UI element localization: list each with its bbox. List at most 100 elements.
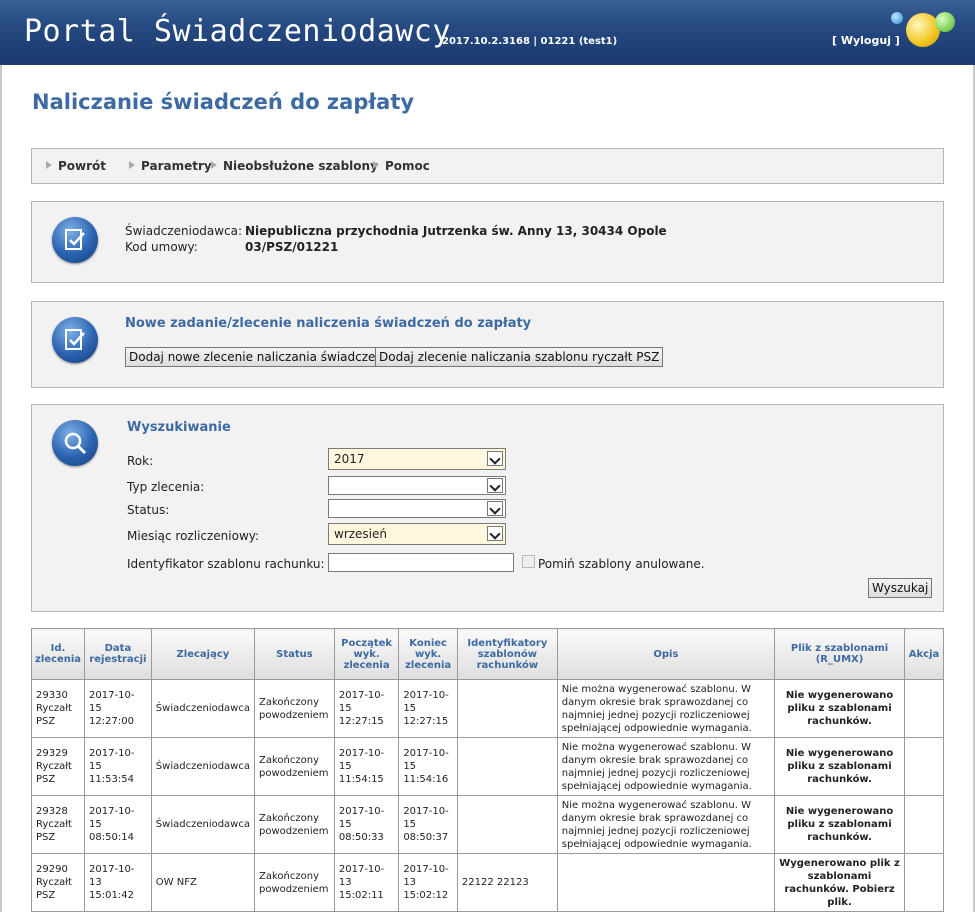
status-select[interactable]: [328, 499, 506, 518]
nav-unhandled-templates[interactable]: Nieobsłużone szablony: [211, 159, 378, 173]
cell-id: 29329 Ryczałt PSZ: [30, 737, 86, 796]
nav-label: Nieobsłużone szablony: [223, 159, 378, 173]
template-id-label: Identyfikator szablonu rachunku:: [127, 557, 325, 571]
col-header-requester: Zlecający: [150, 628, 256, 680]
table-row: 29328 Ryczałt PSZ 2017-10-15 08:50:14 Św…: [30, 795, 944, 854]
cell-status: Zakończony powodzeniem: [254, 853, 335, 912]
month-select-value: wrzesień: [334, 527, 388, 541]
portal-title: Portal Świadczeniodawcy: [24, 14, 451, 49]
order-type-label: Typ zlecenia:: [127, 480, 205, 494]
cell-status: Zakończony powodzeniem: [254, 737, 335, 796]
new-task-panel: Nowe zadanie/zlecenie naliczenia świadcz…: [31, 301, 944, 388]
cell-id: 29290 Ryczałt PSZ: [30, 853, 86, 912]
cell-end: 2017-10-15 11:54:16: [398, 737, 458, 796]
results-table: Id. zlecenia Data rejestracji Zlecający …: [30, 628, 944, 912]
add-template-order-button[interactable]: Dodaj zlecenie naliczania szablonu rycza…: [375, 347, 664, 367]
nav-label: Powrót: [58, 159, 107, 173]
col-header-status: Status: [254, 628, 335, 680]
col-header-description: Opis: [556, 628, 775, 680]
page-title: Naliczanie świadczeń do zapłaty: [32, 90, 415, 114]
table-row: 29290 Ryczałt PSZ 2017-10-13 15:01:42 OW…: [30, 853, 944, 912]
cell-id: 29330 Ryczałt PSZ: [30, 679, 86, 738]
col-header-registered: Data rejestracji: [84, 628, 152, 680]
chevron-down-icon: [487, 501, 503, 516]
nav-parameters[interactable]: Parametry: [129, 159, 212, 173]
search-panel: Wyszukiwanie Rok: 2017 Typ zlecenia: Sta…: [31, 404, 944, 612]
cell-start: 2017-10-15 08:50:33: [333, 795, 400, 854]
cell-start: 2017-10-13 15:02:11: [333, 853, 400, 912]
template-id-input[interactable]: [328, 553, 514, 572]
cell-template-ids: [456, 679, 558, 738]
provider-value: Niepubliczna przychodnia Jutrzenka św. A…: [245, 224, 667, 238]
cell-registered: 2017-10-13 15:01:42: [84, 853, 152, 912]
logo-bubble-blue-icon: [891, 12, 903, 24]
cell-registered: 2017-10-15 08:50:14: [84, 795, 152, 854]
search-icon: [52, 420, 98, 466]
cell-action: [904, 679, 944, 738]
version-info: 2017.10.2.3168 | 01221 (test1): [442, 36, 618, 47]
arrow-right-icon: [211, 161, 217, 169]
nav-help[interactable]: Pomoc: [373, 159, 430, 173]
nav-label: Pomoc: [385, 159, 430, 173]
cell-end: 2017-10-15 08:50:37: [398, 795, 458, 854]
cell-description: Nie można wygenerować szablonu. W danym …: [556, 679, 775, 738]
cell-id: 29328 Ryczałt PSZ: [30, 795, 86, 854]
chevron-down-icon: [487, 526, 503, 541]
table-row: 29329 Ryczałt PSZ 2017-10-15 11:53:54 Św…: [30, 737, 944, 796]
cell-requester: Świadczeniodawca: [150, 795, 256, 854]
cell-status: Zakończony powodzeniem: [254, 679, 335, 738]
order-type-select[interactable]: [328, 476, 506, 495]
logout-link[interactable]: [ Wyloguj ]: [832, 34, 900, 47]
month-select[interactable]: wrzesień: [328, 523, 506, 545]
status-label: Status:: [127, 503, 170, 517]
chevron-down-icon: [487, 478, 503, 493]
cell-requester: Świadczeniodawca: [150, 679, 256, 738]
cell-action: [904, 795, 944, 854]
left-border: [0, 65, 2, 912]
download-file-link[interactable]: Wygenerowano plik z szablonami rachunków…: [773, 853, 906, 912]
cell-end: 2017-10-13 15:02:12: [398, 853, 458, 912]
add-new-order-button[interactable]: Dodaj nowe zlecenie naliczania świadczeń: [125, 347, 388, 367]
col-header-file: Plik z szablonami (R_UMX): [773, 628, 906, 680]
cell-requester: Świadczeniodawca: [150, 737, 256, 796]
cell-status: Zakończony powodzeniem: [254, 795, 335, 854]
skip-cancelled-label: Pomiń szablony anulowane.: [538, 557, 705, 571]
col-header-end: Koniec wyk. zlecenia: [398, 628, 458, 680]
arrow-right-icon: [129, 161, 135, 169]
cell-start: 2017-10-15 12:27:15: [333, 679, 400, 738]
cell-file: Nie wygenerowano pliku z szablonami rach…: [773, 795, 906, 854]
new-task-heading: Nowe zadanie/zlecenie naliczenia świadcz…: [125, 316, 532, 331]
cell-description: Nie można wygenerować szablonu. W danym …: [556, 795, 775, 854]
cell-end: 2017-10-15 12:27:15: [398, 679, 458, 738]
cell-requester: OW NFZ: [150, 853, 256, 912]
col-header-start: Początek wyk. zlecenia: [333, 628, 400, 680]
provider-label: Świadczeniodawca:: [125, 224, 243, 238]
year-select[interactable]: 2017: [328, 448, 506, 470]
arrow-right-icon: [373, 161, 379, 169]
cell-template-ids: 22122 22123: [456, 853, 558, 912]
cell-start: 2017-10-15 11:54:15: [333, 737, 400, 796]
year-label: Rok:: [127, 454, 154, 468]
cell-registered: 2017-10-15 12:27:00: [84, 679, 152, 738]
nav-back[interactable]: Powrót: [46, 159, 106, 173]
provider-panel: Świadczeniodawca: Niepubliczna przychodn…: [31, 201, 944, 283]
chevron-down-icon: [487, 451, 503, 466]
cell-template-ids: [456, 795, 558, 854]
year-select-value: 2017: [334, 452, 365, 466]
cell-action: [904, 853, 944, 912]
search-button[interactable]: Wyszukaj: [868, 578, 933, 598]
search-heading: Wyszukiwanie: [127, 420, 231, 435]
arrow-right-icon: [46, 161, 52, 169]
cell-description: Nie można wygenerować szablonu. W danym …: [556, 737, 775, 796]
col-header-id: Id. zlecenia: [30, 628, 86, 680]
cell-registered: 2017-10-15 11:53:54: [84, 737, 152, 796]
month-label: Miesiąc rozliczeniowy:: [127, 529, 260, 543]
cell-file: Nie wygenerowano pliku z szablonami rach…: [773, 737, 906, 796]
cell-file: Nie wygenerowano pliku z szablonami rach…: [773, 679, 906, 738]
skip-cancelled-checkbox[interactable]: [522, 555, 535, 568]
action-nav: Powrót Parametry Nieobsłużone szablony P…: [31, 148, 944, 184]
contract-label: Kod umowy:: [125, 240, 198, 254]
header-bar: Portal Świadczeniodawcy 2017.10.2.3168 |…: [0, 0, 975, 65]
table-row: 29330 Ryczałt PSZ 2017-10-15 12:27:00 Św…: [30, 679, 944, 738]
cell-template-ids: [456, 737, 558, 796]
